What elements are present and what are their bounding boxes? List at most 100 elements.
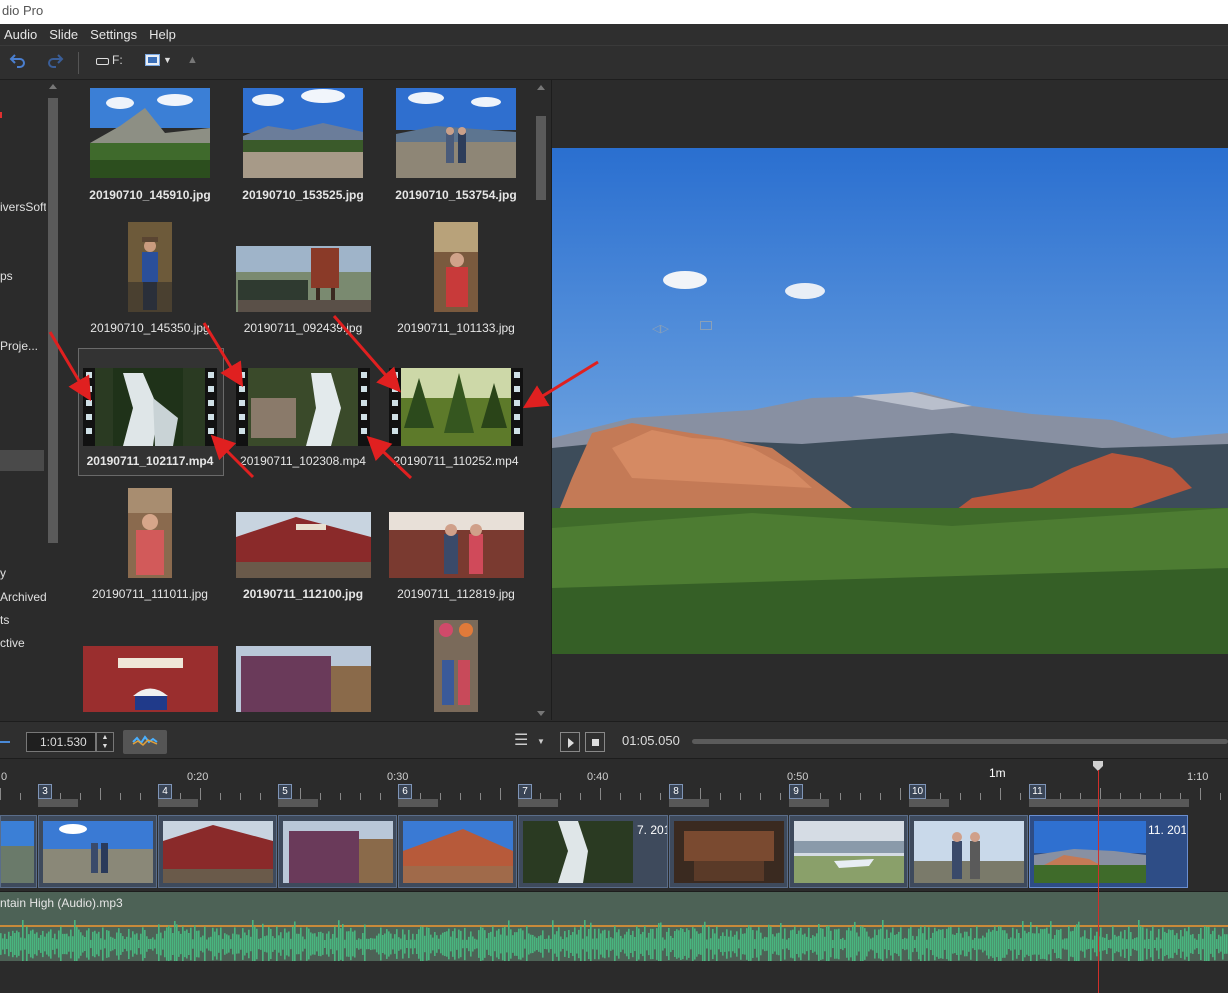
scrollbar-thumb[interactable] xyxy=(48,98,58,543)
folder-item[interactable]: Proje... xyxy=(0,339,38,353)
ruler-label: 0:30 xyxy=(387,771,409,783)
slide-marker[interactable]: 6 xyxy=(398,784,412,799)
audio-track-title: ntain High (Audio).mp3 xyxy=(0,896,123,910)
waveform-toggle-button[interactable] xyxy=(123,730,167,754)
slide-marker[interactable]: 5 xyxy=(278,784,292,799)
file-name: 20190711_111011.jpg xyxy=(92,587,208,601)
drive-selector[interactable]: F: xyxy=(96,53,123,67)
stepper-down-icon[interactable]: ▼ xyxy=(97,742,113,751)
clip-thumbnail xyxy=(1,821,34,883)
file-name: 20190711_112819.jpg xyxy=(397,587,515,601)
transition-band xyxy=(398,799,438,807)
slide-clip[interactable] xyxy=(158,815,277,888)
view-mode-icon[interactable] xyxy=(145,54,160,66)
playhead[interactable] xyxy=(1098,770,1099,993)
menu-slide[interactable]: Slide xyxy=(45,24,86,46)
slide-marker[interactable]: 4 xyxy=(158,784,172,799)
browser-scrollbar[interactable] xyxy=(533,80,549,720)
ruler-label: 1:10 xyxy=(1187,771,1209,783)
slide-clip[interactable] xyxy=(0,815,37,888)
folder-item[interactable]: ps xyxy=(0,269,13,283)
view-mode-dropdown-icon[interactable]: ▼ xyxy=(163,55,172,65)
photo-man-pink-shirt xyxy=(128,488,172,578)
slide-clip[interactable] xyxy=(278,815,397,888)
up-folder-icon[interactable]: ▲ xyxy=(187,54,198,66)
clip-thumbnail xyxy=(794,821,904,883)
photo-couple-porch xyxy=(389,512,524,578)
slide-marker[interactable]: 3 xyxy=(38,784,52,799)
photo-couple-flowers xyxy=(434,620,478,712)
file-name: 20190711_110252.mp4 xyxy=(393,454,519,468)
slide-clip[interactable] xyxy=(669,815,788,888)
drive-label: F: xyxy=(112,53,123,67)
slide-clip[interactable] xyxy=(789,815,908,888)
file-name: 20190710_153525.jpg xyxy=(242,188,364,202)
photo-silver-plume-sign xyxy=(83,646,218,712)
timeline-ruler[interactable]: 0 0:20 0:30 0:40 0:50 1m 1:10 3 4 5 6 7 … xyxy=(0,760,1228,807)
slide-clip-selected[interactable]: 11. 2019 xyxy=(1029,815,1188,888)
slide-clip[interactable] xyxy=(398,815,517,888)
folder-item[interactable]: ts xyxy=(0,613,9,627)
menu-audio[interactable]: Audio xyxy=(0,24,45,46)
stepper-up-icon[interactable]: ▲ xyxy=(97,733,113,742)
ruler-label: 0:20 xyxy=(187,771,209,783)
file-name: 20190711_112100.jpg xyxy=(242,587,364,601)
slide-clip[interactable] xyxy=(909,815,1028,888)
folder-item[interactable]: ctive xyxy=(0,636,25,650)
scrollbar-thumb[interactable] xyxy=(536,116,546,200)
menu-settings[interactable]: Settings xyxy=(86,24,145,46)
scroll-up-icon[interactable] xyxy=(537,85,545,90)
audio-track[interactable]: ntain High (Audio).mp3 xyxy=(0,891,1228,962)
transition-band xyxy=(158,799,198,807)
menu-list-icon[interactable]: ☰ xyxy=(514,732,528,750)
dropdown-arrow-icon[interactable]: ▼ xyxy=(537,737,545,746)
file-browser: 20190710_145910.jpg 20190710_153525.jpg … xyxy=(63,80,550,720)
menu-help[interactable]: Help xyxy=(145,24,184,46)
stop-button[interactable] xyxy=(585,732,605,752)
photo-mountains-2 xyxy=(243,88,363,178)
slide-clip[interactable] xyxy=(38,815,157,888)
clip-thumbnail xyxy=(43,821,153,883)
transition-band xyxy=(38,799,78,807)
clip-label: 11. 2019 xyxy=(1148,823,1186,837)
redo-icon[interactable] xyxy=(46,51,64,73)
file-name: 20190710_153754.jpg xyxy=(395,188,517,202)
export-icon[interactable] xyxy=(700,321,712,330)
playback-progress-bar[interactable] xyxy=(692,739,1228,744)
clip-thumbnail xyxy=(403,821,513,883)
split-icon[interactable]: ◁▷ xyxy=(652,322,669,335)
file-name: 20190711_101133.jpg xyxy=(397,321,515,335)
scroll-up-icon[interactable] xyxy=(49,84,57,89)
clip-thumbnail xyxy=(914,821,1024,883)
preview-image-garden-of-gods xyxy=(552,148,1228,654)
slide-marker[interactable]: 9 xyxy=(789,784,803,799)
scroll-down-icon[interactable] xyxy=(537,711,545,716)
slide-marker[interactable]: 10 xyxy=(909,784,926,799)
play-button[interactable] xyxy=(560,732,580,752)
duration-input[interactable]: 1:01.530 xyxy=(26,732,96,752)
folder-marker xyxy=(0,112,2,118)
audio-waveform xyxy=(0,920,1228,962)
slide-marker[interactable]: 11 xyxy=(1029,784,1046,799)
slide-marker[interactable]: 7 xyxy=(518,784,532,799)
folder-tree: iversSoftv ps Proje... y ArchivedP ts ct… xyxy=(0,80,62,720)
zoom-slider[interactable] xyxy=(0,741,10,743)
slide-clip[interactable]: 7. 201 xyxy=(518,815,668,888)
folder-scrollbar[interactable] xyxy=(46,80,60,720)
folder-item[interactable]: y xyxy=(0,566,6,580)
video-forest xyxy=(389,368,523,446)
photo-man-red-shirt xyxy=(434,222,478,312)
file-name: 20190711_102308.mp4 xyxy=(240,454,366,468)
folder-item-selected[interactable] xyxy=(0,450,44,471)
undo-icon[interactable] xyxy=(9,51,27,73)
slide-marker[interactable]: 8 xyxy=(669,784,683,799)
folder-item[interactable]: iversSoftv xyxy=(0,200,53,214)
photo-man-hat xyxy=(128,222,172,312)
clip-thumbnail xyxy=(163,821,273,883)
slide-preview: ◁▷ xyxy=(551,80,1228,720)
clip-thumbnail xyxy=(283,821,393,883)
window-title: dio Pro xyxy=(0,0,1228,24)
toolbar-separator xyxy=(78,52,79,74)
ruler-label: 1m xyxy=(989,766,1006,780)
duration-stepper[interactable]: ▲ ▼ xyxy=(96,732,114,752)
